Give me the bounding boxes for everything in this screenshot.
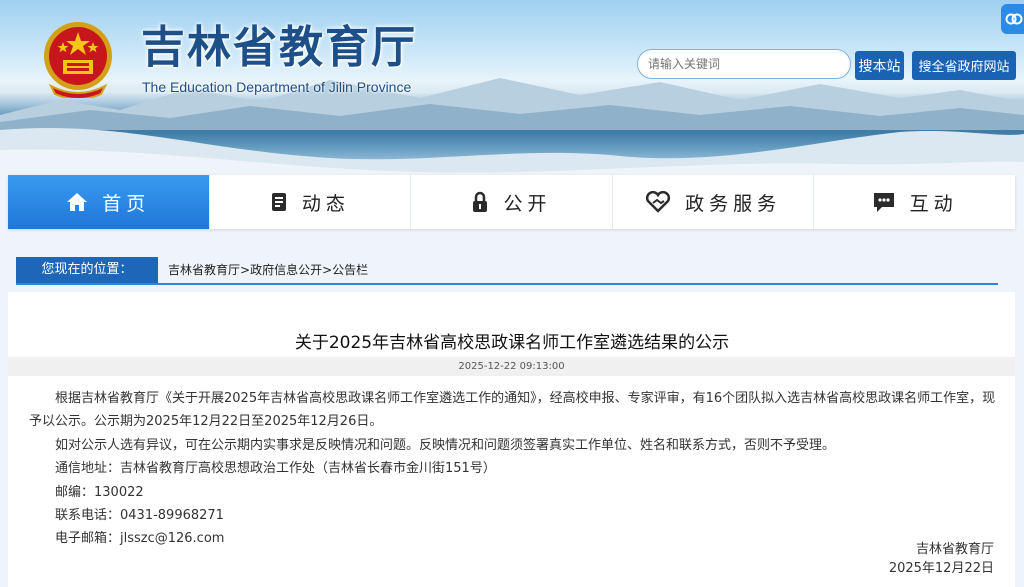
nav-item-news[interactable]: 动态: [210, 175, 412, 229]
news-icon: [271, 193, 286, 211]
contact-phone: 联系电话：0431-89968271: [55, 508, 224, 524]
contact-address: 通信地址：吉林省教育厅高校思想政治工作处（吉林省长春市金川街151号）: [55, 461, 496, 477]
contact-postcode: 邮编：130022: [55, 484, 144, 500]
article-paragraph: 如对公示人选有异议，可在公示期内实事求是反映情况和问题。反映情况和问题须签署真实…: [55, 437, 836, 453]
article-paragraph: 根据吉林省教育厅《关于开展2025年吉林省高校思政课名师工作室遴选工作的通知》，…: [29, 391, 996, 430]
breadcrumb-label: 您现在的位置：: [16, 257, 158, 283]
nav-item-open[interactable]: 公开: [411, 175, 613, 229]
nav-item-home[interactable]: 首页: [8, 175, 210, 229]
nav-item-service[interactable]: 政务服务: [613, 175, 815, 229]
article-body: 根据吉林省教育厅《关于开展2025年吉林省高校思政课名师工作室遴选工作的通知》，…: [29, 387, 997, 551]
breadcrumb: 您现在的位置： 吉林省教育厅>政府信息公开>公告栏: [16, 257, 998, 285]
search-gov-button[interactable]: 搜全省政府网站: [912, 51, 1016, 80]
link-icon: [1005, 13, 1023, 25]
chat-icon: [873, 193, 894, 212]
main-nav: 首页 动态 公开 政务服务 互动: [8, 175, 1015, 229]
nav-label-open: 公开: [503, 192, 552, 215]
home-icon: [67, 193, 88, 211]
article-signature: 吉林省教育厅 2025年12月22日: [889, 540, 994, 578]
signature-date: 2025年12月22日: [888, 561, 994, 576]
breadcrumb-separator: >: [240, 263, 251, 277]
snow-foreground: [0, 127, 1024, 178]
nav-item-interact[interactable]: 互动: [814, 175, 1015, 229]
signature-org: 吉林省教育厅: [915, 542, 994, 557]
article-date: 2025-12-22 09:13:00: [8, 357, 1015, 376]
contact-email: 电子邮箱：jlsszc@126.com: [55, 531, 225, 547]
breadcrumb-link-public[interactable]: 政府信息公开: [250, 263, 322, 277]
site-subtitle: The Education Department of Jilin Provin…: [142, 79, 412, 95]
search-site-button[interactable]: 搜本站: [855, 51, 904, 80]
breadcrumb-link-notice[interactable]: 公告栏: [332, 263, 368, 277]
breadcrumb-path: 吉林省教育厅>政府信息公开>公告栏: [168, 257, 368, 283]
lock-icon: [473, 191, 488, 212]
site-title: 吉林省教育厅: [141, 22, 417, 73]
article-title: 关于2025年吉林省高校思政课名师工作室遴选结果的公示: [294, 333, 730, 353]
search-input[interactable]: [637, 49, 851, 79]
breadcrumb-link-home[interactable]: 吉林省教育厅: [168, 263, 240, 277]
nav-label-service: 政务服务: [685, 192, 782, 215]
nav-label-home: 首页: [102, 192, 151, 215]
accessibility-button[interactable]: [1001, 4, 1024, 34]
service-heart-icon: [646, 191, 671, 213]
header-banner: 吉林省教育厅 The Education Department of Jilin…: [0, 0, 1024, 178]
national-emblem-icon: [44, 22, 112, 98]
nav-label-interact: 互动: [909, 192, 958, 215]
nav-label-news: 动态: [301, 192, 350, 215]
breadcrumb-separator: >: [322, 263, 333, 277]
